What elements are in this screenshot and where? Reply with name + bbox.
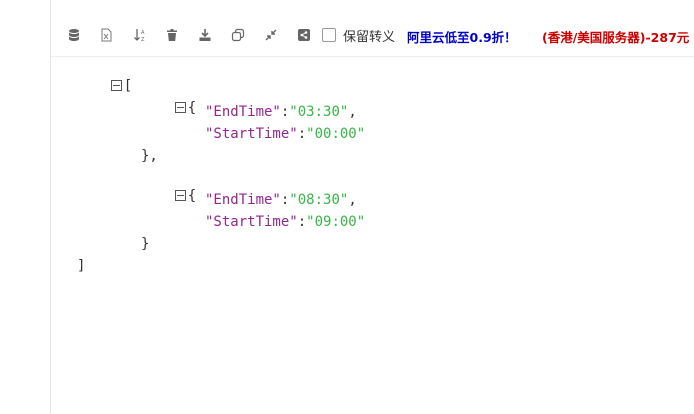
json-object-close: }, [141,148,158,164]
json-field-starttime: "StartTime":"00:00" [205,126,366,142]
json-field-starttime: "StartTime":"09:00" [205,214,366,230]
json-field-endtime: "EndTime":"08:30", [205,192,357,208]
json-viewer: [ { "EndTime":"03:30", "StartTime":"00:0… [0,0,694,414]
json-object-open: { [141,169,196,223]
json-root-close: ] [77,258,86,274]
collapse-toggle[interactable] [174,190,186,201]
json-root-line: [ [77,59,132,113]
json-field-endtime: "EndTime":"03:30", [205,104,357,120]
collapse-toggle[interactable] [110,80,122,91]
collapse-toggle[interactable] [174,102,186,113]
json-object-close: } [141,236,150,252]
json-object-open: { [141,81,196,135]
